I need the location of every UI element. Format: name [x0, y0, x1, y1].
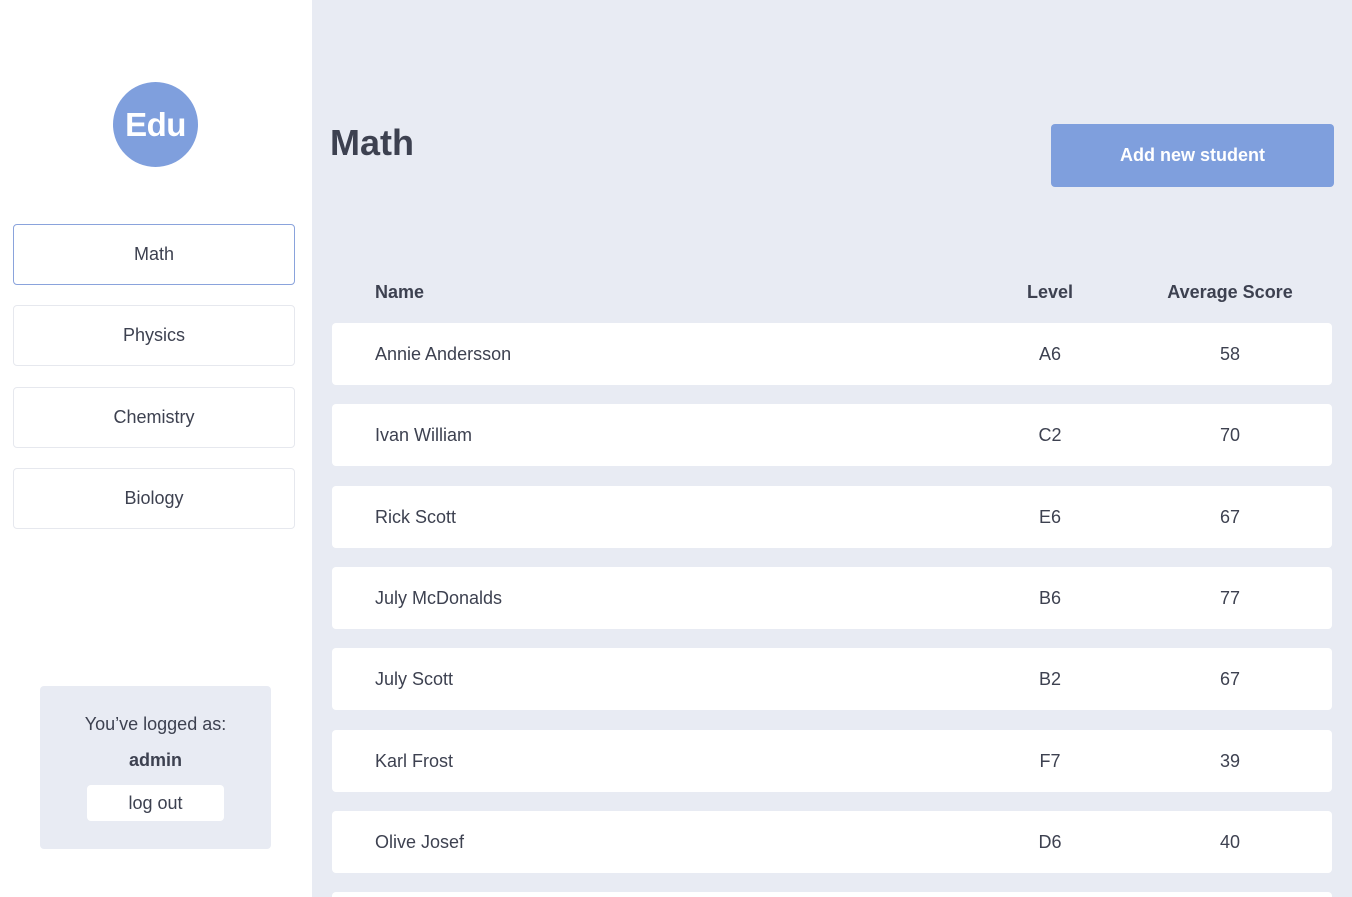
sidebar-item-label: Chemistry — [113, 407, 195, 427]
logged-as-label: You’ve logged as: — [84, 714, 227, 734]
logo: Edu — [113, 82, 198, 167]
user-panel: You’ve logged as: admin log out — [40, 686, 271, 849]
sidebar-item-biology[interactable]: Biology — [13, 468, 295, 529]
table-row[interactable]: July McDonalds B6 77 — [332, 567, 1332, 629]
student-score: 58 — [1219, 344, 1241, 364]
student-score: 67 — [1219, 507, 1241, 527]
student-name: Olive Josef — [375, 832, 465, 852]
table-row[interactable]: July Scott B2 67 — [332, 648, 1332, 710]
student-score: 39 — [1219, 751, 1241, 771]
student-score: 67 — [1219, 669, 1241, 689]
student-name: Karl Frost — [375, 751, 454, 771]
student-name: July Scott — [375, 669, 454, 689]
table-row[interactable]: Rick Scott E6 67 — [332, 486, 1332, 548]
logo-text: Edu — [125, 105, 186, 143]
sidebar-item-label: Physics — [122, 325, 185, 345]
student-score: 40 — [1219, 832, 1241, 852]
table-row[interactable]: Annie Andersson A6 58 — [332, 323, 1332, 385]
table-row[interactable] — [332, 892, 1332, 897]
student-name: Annie Andersson — [375, 344, 512, 364]
table-header: Name Level Average Score — [332, 282, 1332, 308]
table-row[interactable]: Karl Frost F7 39 — [332, 730, 1332, 792]
table-row[interactable]: Ivan William C2 70 — [332, 404, 1332, 466]
column-header-level: Level — [1026, 282, 1074, 302]
student-level: C2 — [1038, 425, 1062, 445]
add-student-button[interactable]: Add new student — [1051, 124, 1334, 187]
sidebar-item-chemistry[interactable]: Chemistry — [13, 387, 295, 448]
student-score: 77 — [1219, 588, 1241, 608]
student-name: July McDonalds — [375, 588, 503, 608]
student-level: B6 — [1038, 588, 1062, 608]
sidebar-item-math[interactable]: Math — [13, 224, 295, 285]
student-name: Ivan William — [375, 425, 473, 445]
column-header-name: Name — [375, 282, 425, 302]
sidebar-item-label: Math — [133, 244, 175, 264]
student-level: A6 — [1038, 344, 1062, 364]
username: admin — [128, 750, 182, 770]
student-level: F7 — [1039, 751, 1061, 771]
column-header-score: Average Score — [1167, 282, 1293, 302]
table-row[interactable]: Olive Josef D6 40 — [332, 811, 1332, 873]
sidebar-item-physics[interactable]: Physics — [13, 305, 295, 366]
logout-button[interactable]: log out — [87, 785, 224, 821]
student-score: 70 — [1219, 425, 1241, 445]
page-title: Math — [330, 122, 414, 163]
student-level: E6 — [1038, 507, 1062, 527]
sidebar-item-label: Biology — [124, 488, 184, 508]
sidebar: Edu Math Physics Chemistry Biology You’v… — [0, 0, 312, 897]
student-level: B2 — [1038, 669, 1062, 689]
student-level: D6 — [1038, 832, 1062, 852]
student-name: Rick Scott — [375, 507, 457, 527]
